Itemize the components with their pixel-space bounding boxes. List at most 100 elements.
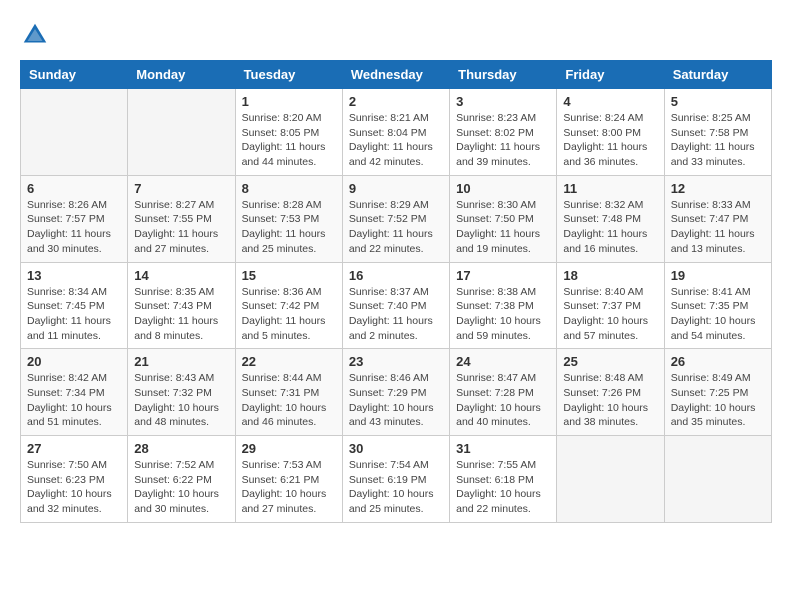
- day-detail: Sunrise: 8:21 AM Sunset: 8:04 PM Dayligh…: [349, 111, 443, 170]
- weekday-header: Sunday: [21, 61, 128, 89]
- calendar-cell: 30 Sunrise: 7:54 AM Sunset: 6:19 PM Dayli…: [342, 436, 449, 523]
- calendar-cell: 7 Sunrise: 8:27 AM Sunset: 7:55 PM Daylig…: [128, 175, 235, 262]
- calendar-cell: 14 Sunrise: 8:35 AM Sunset: 7:43 PM Dayli…: [128, 262, 235, 349]
- day-number: 14: [134, 268, 228, 283]
- day-detail: Sunrise: 8:35 AM Sunset: 7:43 PM Dayligh…: [134, 285, 228, 344]
- day-detail: Sunrise: 8:46 AM Sunset: 7:29 PM Dayligh…: [349, 371, 443, 430]
- calendar-cell: [128, 89, 235, 176]
- calendar-cell: 13 Sunrise: 8:34 AM Sunset: 7:45 PM Dayli…: [21, 262, 128, 349]
- calendar-cell: 20Sunrise: 8:42 AM Sunset: 7:34 PM Dayli…: [21, 349, 128, 436]
- calendar-cell: 2 Sunrise: 8:21 AM Sunset: 8:04 PM Daylig…: [342, 89, 449, 176]
- day-detail: Sunrise: 8:28 AM Sunset: 7:53 PM Dayligh…: [242, 198, 336, 257]
- day-number: 7: [134, 181, 228, 196]
- day-detail: Sunrise: 8:38 AM Sunset: 7:38 PM Dayligh…: [456, 285, 550, 344]
- calendar-cell: 3 Sunrise: 8:23 AM Sunset: 8:02 PM Daylig…: [450, 89, 557, 176]
- calendar-cell: 9 Sunrise: 8:29 AM Sunset: 7:52 PM Daylig…: [342, 175, 449, 262]
- day-number: 25: [563, 354, 657, 369]
- calendar-cell: 26 Sunrise: 8:49 AM Sunset: 7:25 PM Dayli…: [664, 349, 771, 436]
- day-number: 19: [671, 268, 765, 283]
- day-detail: Sunrise: 8:24 AM Sunset: 8:00 PM Dayligh…: [563, 111, 657, 170]
- day-detail: Sunrise: 8:49 AM Sunset: 7:25 PM Dayligh…: [671, 371, 765, 430]
- calendar-cell: 15 Sunrise: 8:36 AM Sunset: 7:42 PM Dayli…: [235, 262, 342, 349]
- day-number: 28: [134, 441, 228, 456]
- day-detail: Sunrise: 8:41 AM Sunset: 7:35 PM Dayligh…: [671, 285, 765, 344]
- day-detail: Sunrise: 8:29 AM Sunset: 7:52 PM Dayligh…: [349, 198, 443, 257]
- day-detail: Sunrise: 8:42 AM Sunset: 7:34 PM Dayligh…: [27, 371, 121, 430]
- day-number: 4: [563, 94, 657, 109]
- day-number: 26: [671, 354, 765, 369]
- calendar-week-row: 6Sunrise: 8:26 AM Sunset: 7:57 PM Daylig…: [21, 175, 772, 262]
- logo-icon: [20, 20, 50, 50]
- weekday-header: Friday: [557, 61, 664, 89]
- day-number: 17: [456, 268, 550, 283]
- day-detail: Sunrise: 8:40 AM Sunset: 7:37 PM Dayligh…: [563, 285, 657, 344]
- calendar-cell: [21, 89, 128, 176]
- day-number: 15: [242, 268, 336, 283]
- calendar-cell: 4 Sunrise: 8:24 AM Sunset: 8:00 PM Daylig…: [557, 89, 664, 176]
- day-detail: Sunrise: 8:20 AM Sunset: 8:05 PM Dayligh…: [242, 111, 336, 170]
- calendar-week-row: 20Sunrise: 8:42 AM Sunset: 7:34 PM Dayli…: [21, 349, 772, 436]
- day-number: 6: [27, 181, 121, 196]
- weekday-header: Wednesday: [342, 61, 449, 89]
- day-detail: Sunrise: 8:43 AM Sunset: 7:32 PM Dayligh…: [134, 371, 228, 430]
- calendar-header-row: SundayMondayTuesdayWednesdayThursdayFrid…: [21, 61, 772, 89]
- header: [20, 20, 772, 50]
- calendar-week-row: 13 Sunrise: 8:34 AM Sunset: 7:45 PM Dayli…: [21, 262, 772, 349]
- calendar-cell: [557, 436, 664, 523]
- calendar-cell: 22 Sunrise: 8:44 AM Sunset: 7:31 PM Dayli…: [235, 349, 342, 436]
- day-number: 2: [349, 94, 443, 109]
- calendar-cell: 28 Sunrise: 7:52 AM Sunset: 6:22 PM Dayli…: [128, 436, 235, 523]
- day-detail: Sunrise: 8:44 AM Sunset: 7:31 PM Dayligh…: [242, 371, 336, 430]
- day-detail: Sunrise: 8:25 AM Sunset: 7:58 PM Dayligh…: [671, 111, 765, 170]
- calendar-week-row: 27 Sunrise: 7:50 AM Sunset: 6:23 PM Dayli…: [21, 436, 772, 523]
- calendar-cell: 19 Sunrise: 8:41 AM Sunset: 7:35 PM Dayli…: [664, 262, 771, 349]
- calendar: SundayMondayTuesdayWednesdayThursdayFrid…: [20, 60, 772, 523]
- day-detail: Sunrise: 7:52 AM Sunset: 6:22 PM Dayligh…: [134, 458, 228, 517]
- calendar-cell: 23Sunrise: 8:46 AM Sunset: 7:29 PM Dayli…: [342, 349, 449, 436]
- day-number: 29: [242, 441, 336, 456]
- day-number: 27: [27, 441, 121, 456]
- calendar-cell: 12 Sunrise: 8:33 AM Sunset: 7:47 PM Dayli…: [664, 175, 771, 262]
- calendar-cell: 27 Sunrise: 7:50 AM Sunset: 6:23 PM Dayli…: [21, 436, 128, 523]
- day-number: 24: [456, 354, 550, 369]
- weekday-header: Thursday: [450, 61, 557, 89]
- day-detail: Sunrise: 8:30 AM Sunset: 7:50 PM Dayligh…: [456, 198, 550, 257]
- calendar-cell: 29 Sunrise: 7:53 AM Sunset: 6:21 PM Dayli…: [235, 436, 342, 523]
- calendar-cell: [664, 436, 771, 523]
- day-number: 3: [456, 94, 550, 109]
- calendar-cell: 8 Sunrise: 8:28 AM Sunset: 7:53 PM Daylig…: [235, 175, 342, 262]
- day-detail: Sunrise: 8:47 AM Sunset: 7:28 PM Dayligh…: [456, 371, 550, 430]
- calendar-cell: 17 Sunrise: 8:38 AM Sunset: 7:38 PM Dayli…: [450, 262, 557, 349]
- logo: [20, 20, 52, 50]
- calendar-cell: 16 Sunrise: 8:37 AM Sunset: 7:40 PM Dayli…: [342, 262, 449, 349]
- weekday-header: Saturday: [664, 61, 771, 89]
- day-detail: Sunrise: 7:53 AM Sunset: 6:21 PM Dayligh…: [242, 458, 336, 517]
- day-detail: Sunrise: 8:37 AM Sunset: 7:40 PM Dayligh…: [349, 285, 443, 344]
- calendar-cell: 10Sunrise: 8:30 AM Sunset: 7:50 PM Dayli…: [450, 175, 557, 262]
- day-number: 16: [349, 268, 443, 283]
- day-detail: Sunrise: 8:34 AM Sunset: 7:45 PM Dayligh…: [27, 285, 121, 344]
- calendar-cell: 24 Sunrise: 8:47 AM Sunset: 7:28 PM Dayli…: [450, 349, 557, 436]
- day-detail: Sunrise: 7:50 AM Sunset: 6:23 PM Dayligh…: [27, 458, 121, 517]
- calendar-week-row: 1Sunrise: 8:20 AM Sunset: 8:05 PM Daylig…: [21, 89, 772, 176]
- day-number: 13: [27, 268, 121, 283]
- day-detail: Sunrise: 8:27 AM Sunset: 7:55 PM Dayligh…: [134, 198, 228, 257]
- day-detail: Sunrise: 8:36 AM Sunset: 7:42 PM Dayligh…: [242, 285, 336, 344]
- day-number: 5: [671, 94, 765, 109]
- weekday-header: Monday: [128, 61, 235, 89]
- calendar-cell: 21 Sunrise: 8:43 AM Sunset: 7:32 PM Dayli…: [128, 349, 235, 436]
- calendar-cell: 1Sunrise: 8:20 AM Sunset: 8:05 PM Daylig…: [235, 89, 342, 176]
- day-number: 30: [349, 441, 443, 456]
- day-number: 12: [671, 181, 765, 196]
- day-detail: Sunrise: 8:23 AM Sunset: 8:02 PM Dayligh…: [456, 111, 550, 170]
- day-number: 21: [134, 354, 228, 369]
- day-number: 31: [456, 441, 550, 456]
- day-detail: Sunrise: 7:55 AM Sunset: 6:18 PM Dayligh…: [456, 458, 550, 517]
- day-number: 8: [242, 181, 336, 196]
- day-detail: Sunrise: 7:54 AM Sunset: 6:19 PM Dayligh…: [349, 458, 443, 517]
- day-detail: Sunrise: 8:33 AM Sunset: 7:47 PM Dayligh…: [671, 198, 765, 257]
- day-number: 22: [242, 354, 336, 369]
- day-number: 9: [349, 181, 443, 196]
- calendar-cell: 5 Sunrise: 8:25 AM Sunset: 7:58 PM Daylig…: [664, 89, 771, 176]
- day-number: 18: [563, 268, 657, 283]
